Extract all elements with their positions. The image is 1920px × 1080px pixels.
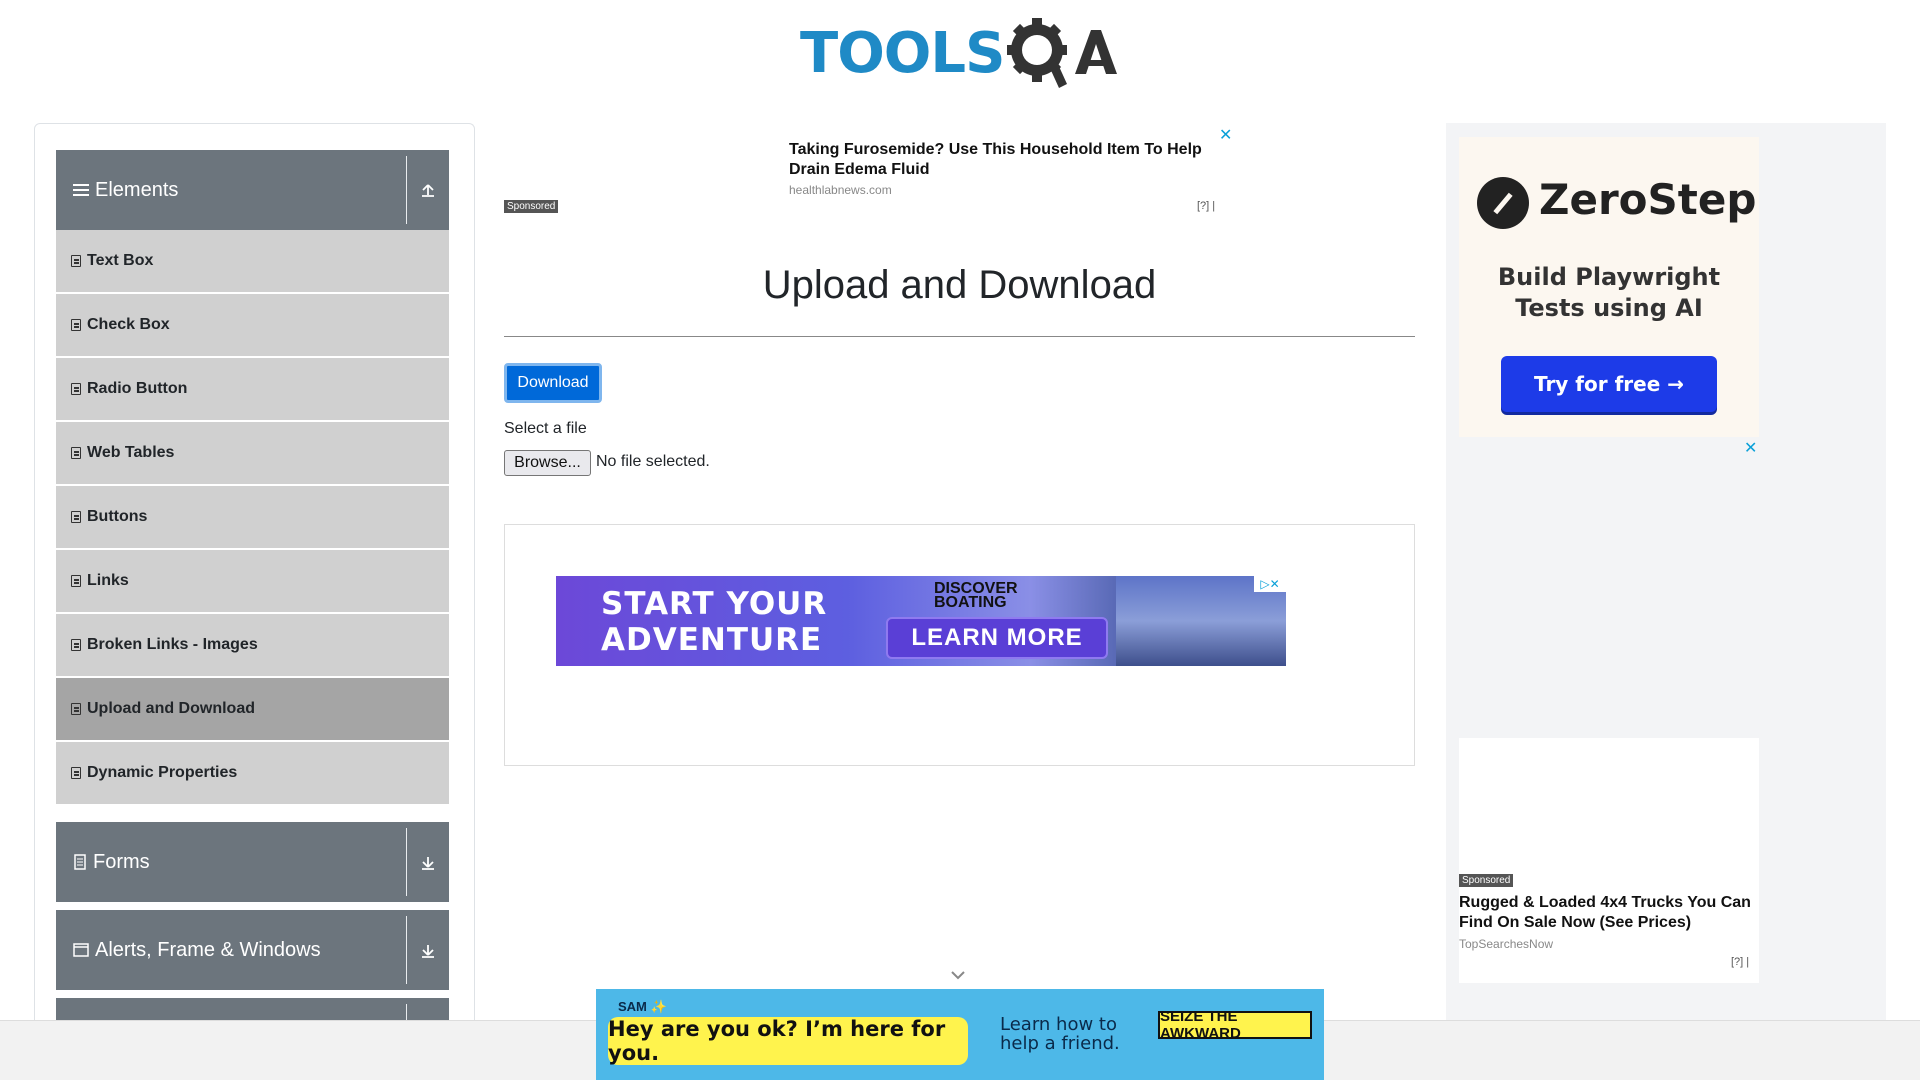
zerostep-name: ZeroStep <box>1539 175 1757 224</box>
gear-magnifier-logo-icon <box>1005 14 1125 90</box>
campaign-logo: SEIZE THE AWKWARD <box>1158 1008 1312 1042</box>
ad-info[interactable]: [?] | <box>1197 200 1215 212</box>
group-title-forms: Forms <box>93 851 150 873</box>
menu-item-text-box[interactable]: Text Box <box>56 230 449 292</box>
menu-item-check-box[interactable]: Check Box <box>56 294 449 356</box>
banner-headline-line: START YOUR <box>601 586 828 622</box>
group-title-elements: Elements <box>95 179 179 201</box>
menu-item-radio-button[interactable]: Radio Button <box>56 358 449 420</box>
item-icon <box>71 383 81 395</box>
learn-more-button[interactable]: LEARN MORE <box>886 617 1108 659</box>
expand-arrow-down-icon[interactable] <box>407 910 449 990</box>
menu-item-label: Radio Button <box>87 380 188 397</box>
toolsqa-logo[interactable]: TOOLSQA <box>800 14 1125 90</box>
menu-item-upload-download[interactable]: Upload and Download <box>56 678 449 740</box>
file-status-text: No file selected. <box>596 453 710 470</box>
window-icon <box>73 943 89 957</box>
left-panel: Elements Text Box Check Box Radio Button… <box>34 123 475 1048</box>
zerostep-tagline: Build Playwright Tests using AI <box>1459 262 1759 324</box>
menu-item-buttons[interactable]: Buttons <box>56 486 449 548</box>
item-icon <box>71 511 81 523</box>
group-header-elements[interactable]: Elements <box>56 150 449 230</box>
expand-arrow-down-icon[interactable] <box>407 822 449 902</box>
form-icon <box>74 854 86 870</box>
ad-message: Hey are you ok? I’m here for you. <box>608 1017 968 1065</box>
page-title: Upload and Download <box>762 263 1157 307</box>
ad-source[interactable]: TopSearchesNow <box>1459 937 1553 951</box>
item-icon <box>71 703 81 715</box>
item-icon <box>71 639 81 651</box>
zerostep-ad[interactable]: ZeroStep Build Playwright Tests using AI… <box>1459 137 1759 437</box>
group-header-alerts[interactable]: Alerts, Frame & Windows <box>56 910 449 990</box>
menu-item-label: Buttons <box>87 508 148 525</box>
tagline-line: Build Playwright <box>1497 263 1721 291</box>
ad-container: START YOUR ADVENTURE DISCOVER BOATING LE… <box>504 524 1415 766</box>
item-icon <box>71 767 81 779</box>
menu-item-label: Dynamic Properties <box>87 764 238 781</box>
select-file-label: Select a file <box>504 420 587 437</box>
menu-item-dynamic-properties[interactable]: Dynamic Properties <box>56 742 449 804</box>
ad-learn-text: Learn how to help a friend. <box>1000 1015 1120 1053</box>
ad-brand: SAM ✨ <box>618 999 667 1014</box>
zerostep-logo-icon <box>1477 177 1529 229</box>
item-icon <box>71 319 81 331</box>
menu-item-broken-links[interactable]: Broken Links - Images <box>56 614 449 676</box>
ad-source[interactable]: healthlabnews.com <box>789 183 892 197</box>
menu-item-links[interactable]: Links <box>56 550 449 612</box>
item-icon <box>71 447 81 459</box>
menu-item-label: Links <box>87 572 129 589</box>
chevron-down-icon[interactable] <box>948 968 968 982</box>
ad-info[interactable]: [?] | <box>1731 956 1749 968</box>
sponsored-badge: Sponsored <box>1459 874 1514 887</box>
learn-line: Learn how to <box>1000 1014 1117 1035</box>
menu-item-label: Broken Links - Images <box>87 636 258 653</box>
group-title-alerts: Alerts, Frame & Windows <box>95 939 321 961</box>
collapse-arrow-up-icon[interactable] <box>407 150 449 230</box>
discover-boating-banner-ad[interactable]: START YOUR ADVENTURE DISCOVER BOATING LE… <box>556 576 1286 666</box>
item-icon <box>71 575 81 587</box>
ad-headline[interactable]: Rugged & Loaded 4x4 Trucks You Can Find … <box>1459 893 1759 933</box>
ad-headline[interactable]: Taking Furosemide? Use This Household It… <box>789 140 1209 180</box>
banner-headline-line: ADVENTURE <box>601 622 823 658</box>
menu-item-web-tables[interactable]: Web Tables <box>56 422 449 484</box>
tagline-line: Tests using AI <box>1515 294 1703 322</box>
top-sponsored-ad[interactable]: Sponsored Taking Furosemide? Use This Ho… <box>504 123 1234 218</box>
menu-item-label: Web Tables <box>87 444 175 461</box>
trucks-sponsored-ad[interactable]: Sponsored Rugged & Loaded 4x4 Trucks You… <box>1459 738 1759 983</box>
ad-close-icon[interactable]: ✕ <box>1744 438 1757 458</box>
menu-item-label: Upload and Download <box>87 700 255 717</box>
menu-item-label: Text Box <box>87 252 154 269</box>
banner-brand: DISCOVER BOATING <box>934 581 1018 611</box>
menu-icon <box>73 183 89 197</box>
right-ad-column: ZeroStep Build Playwright Tests using AI… <box>1446 123 1886 1080</box>
banner-brand-line: BOATING <box>934 594 1007 611</box>
item-icon <box>71 255 81 267</box>
group-header-forms[interactable]: Forms <box>56 822 449 902</box>
download-button[interactable]: Download <box>504 363 602 403</box>
learn-line: help a friend. <box>1000 1033 1120 1054</box>
bottom-banner-ad[interactable]: SAM ✨ Hey are you ok? I’m here for you. … <box>596 989 1324 1080</box>
divider <box>504 336 1415 337</box>
sponsored-badge: Sponsored <box>504 200 559 213</box>
ad-close-icon[interactable]: ✕ <box>1219 125 1232 145</box>
adchoices-icon[interactable]: ▷✕ <box>1254 576 1286 592</box>
menu-item-label: Check Box <box>87 316 170 333</box>
try-for-free-button[interactable]: Try for free → <box>1501 356 1717 412</box>
banner-headline: START YOUR ADVENTURE <box>601 586 827 658</box>
browse-file-button[interactable]: Browse... <box>504 450 591 476</box>
